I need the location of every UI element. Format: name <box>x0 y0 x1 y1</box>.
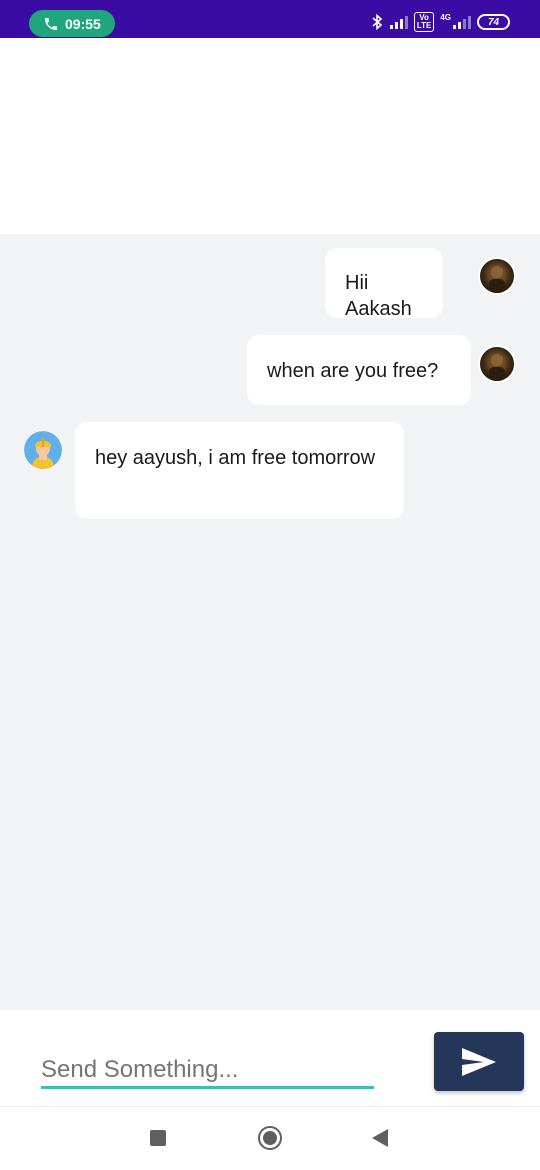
signal-icon <box>389 15 408 29</box>
send-button[interactable] <box>434 1032 524 1091</box>
avatar-photo <box>489 266 505 293</box>
battery-icon: 74 <box>477 14 510 30</box>
avatar-me[interactable] <box>478 257 516 295</box>
header-area <box>0 38 540 234</box>
avatar-other[interactable] <box>24 431 62 469</box>
message-bubble-sent[interactable]: Hii Aakash <box>325 248 443 320</box>
volte-icon: Vo LTE <box>413 12 435 32</box>
composer-bar <box>0 1010 540 1106</box>
message-text: hey aayush, i am free tomorrow <box>95 447 376 469</box>
signal-4g-icon <box>453 15 471 29</box>
input-underline <box>41 1086 374 1089</box>
battery-level: 74 <box>487 16 500 28</box>
avatar-me[interactable] <box>478 345 516 383</box>
message-input[interactable] <box>41 1050 374 1090</box>
back-icon[interactable] <box>372 1129 388 1147</box>
message-text: when are you free? <box>267 360 439 382</box>
message-text: Hii Aakash <box>345 272 412 320</box>
status-time: 09:55 <box>65 15 101 32</box>
chat-messages[interactable]: Hii Aakash when are you free? hey aayush… <box>0 234 540 1010</box>
message-bubble-sent[interactable]: when are you free? <box>247 335 471 405</box>
worker-avatar-icon <box>24 431 62 469</box>
recents-icon[interactable] <box>150 1130 166 1146</box>
ongoing-call-pill[interactable]: 09:55 <box>29 10 115 37</box>
bluetooth-icon <box>372 13 383 31</box>
system-nav-bar <box>0 1106 540 1170</box>
network-type: 4G <box>440 12 451 22</box>
message-bubble-received[interactable]: hey aayush, i am free tomorrow <box>75 422 404 519</box>
avatar-photo <box>489 354 505 381</box>
send-icon <box>462 1047 496 1076</box>
status-bar: 09:55 Vo LTE 4G 74 <box>0 0 540 38</box>
home-icon[interactable] <box>258 1126 282 1150</box>
phone-icon <box>45 17 57 30</box>
status-icons: Vo LTE 4G 74 <box>370 12 510 32</box>
